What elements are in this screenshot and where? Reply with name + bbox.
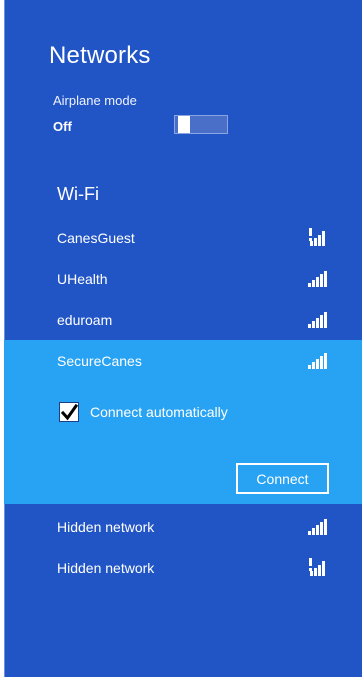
network-name: UHealth [57, 271, 108, 287]
network-name: CanesGuest [57, 230, 135, 246]
wifi-signal-icon [306, 517, 328, 535]
connect-automatically-label[interactable]: Connect automatically [90, 404, 228, 420]
network-name: Hidden network [57, 519, 155, 535]
network-item-uhealth[interactable]: UHealth [4, 259, 362, 300]
network-name: SecureCanes [57, 353, 142, 369]
airplane-mode-label: Airplane mode [53, 93, 137, 108]
network-item-canesguest[interactable]: CanesGuest [4, 218, 362, 259]
connect-button[interactable]: Connect [236, 463, 329, 494]
wifi-signal-secured-warning-icon [306, 228, 328, 246]
network-item-hidden-network[interactable]: Hidden network [4, 507, 362, 548]
network-item-securecanes[interactable]: SecureCanes Connect automatically Connec… [4, 340, 362, 504]
page-title: Networks [49, 42, 151, 69]
network-name: eduroam [57, 312, 113, 328]
wifi-signal-icon [306, 269, 328, 287]
wifi-heading: Wi-Fi [57, 184, 99, 204]
wifi-signal-icon [306, 351, 328, 369]
toggle-thumb [178, 116, 190, 133]
network-item-eduroam[interactable]: eduroam [4, 300, 362, 341]
network-name: Hidden network [57, 560, 155, 576]
airplane-mode-toggle[interactable] [174, 115, 228, 134]
connect-automatically-checkbox[interactable] [59, 402, 79, 422]
airplane-mode-state: Off [53, 119, 72, 134]
wifi-signal-icon [306, 310, 328, 328]
wifi-signal-secured-warning-icon [306, 558, 328, 576]
checkmark-icon [61, 404, 78, 421]
network-item-hidden-network[interactable]: Hidden network [4, 548, 362, 589]
